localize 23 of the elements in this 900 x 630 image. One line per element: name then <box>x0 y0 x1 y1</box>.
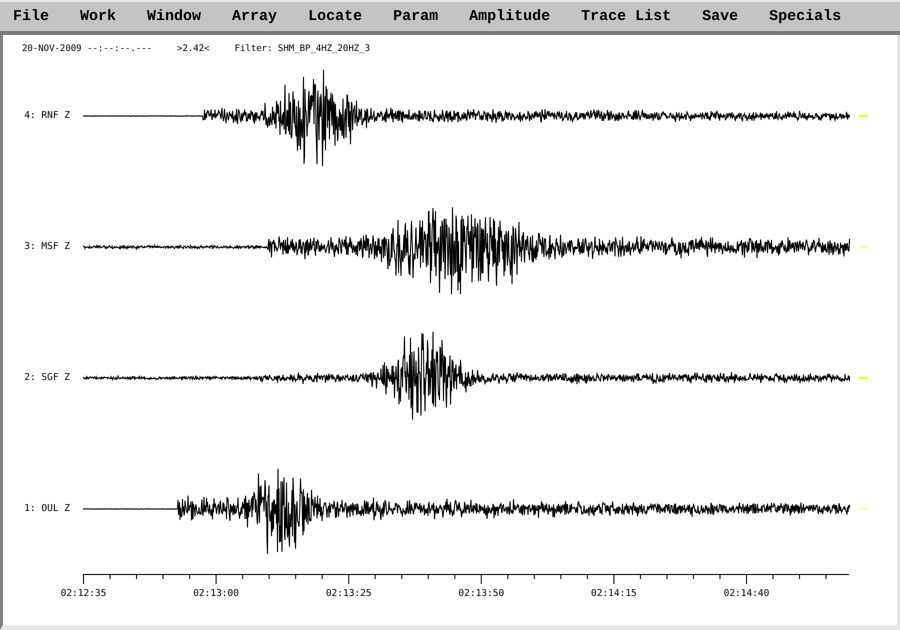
menu-item[interactable]: Trace List <box>572 6 680 27</box>
trace-label: 1: OUL Z <box>23 503 71 514</box>
menu-item[interactable]: File <box>4 6 58 27</box>
tick-label: 02:13:50 <box>458 588 504 599</box>
trace-label: 4: RNF Z <box>23 110 71 121</box>
menu-item[interactable]: Array <box>223 6 286 27</box>
menu-item[interactable]: Param <box>384 6 448 27</box>
menu-item[interactable]: Amplitude <box>460 6 560 27</box>
menu-item[interactable]: Window <box>138 6 210 27</box>
menu-item[interactable]: Specials <box>760 6 850 27</box>
tick-label: 02:14:15 <box>591 588 637 599</box>
amplitude-text: >2.42< <box>177 44 210 54</box>
tick-label: 02:13:25 <box>326 588 372 599</box>
menu-item[interactable]: Save <box>693 6 748 27</box>
date-text: 20-NOV-2009 --:--:--.--- <box>22 44 152 54</box>
trace-label: 3: MSF Z <box>23 241 71 252</box>
tick-label: 02:13:00 <box>193 588 239 599</box>
filter-text: Filter: SHM_BP_4HZ_20HZ_3 <box>234 44 370 54</box>
trace-label: 2: SGF Z <box>23 372 71 383</box>
menu-item[interactable]: Locate <box>299 6 372 27</box>
tick-label: 02:12:35 <box>60 588 106 599</box>
menu-item[interactable]: Work <box>71 6 126 27</box>
tick-label: 02:14:40 <box>724 588 770 599</box>
